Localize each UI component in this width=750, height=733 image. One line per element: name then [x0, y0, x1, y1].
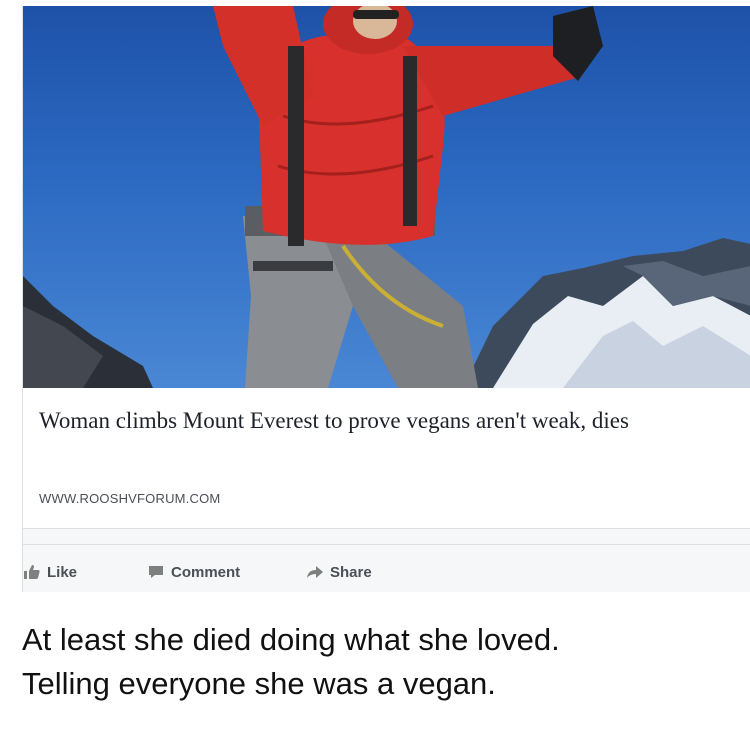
facebook-post-card: Woman climbs Mount Everest to prove vega… — [22, 6, 750, 592]
article-image[interactable] — [23, 6, 750, 388]
share-label: Share — [330, 563, 372, 581]
meme-caption: At least she died doing what she loved. … — [22, 618, 742, 706]
share-arrow-icon — [306, 563, 324, 581]
like-label: Like — [47, 563, 78, 581]
link-preview-card[interactable]: Woman climbs Mount Everest to prove vega… — [23, 6, 750, 529]
caption-line-2: Telling everyone she was a vegan. — [22, 666, 496, 701]
thumbs-up-icon — [23, 563, 41, 581]
comment-label: Comment — [171, 563, 241, 581]
article-domain: WWW.ROOSHVFORUM.COM — [39, 491, 221, 506]
article-headline[interactable]: Woman climbs Mount Everest to prove vega… — [39, 406, 729, 436]
share-button[interactable]: Share — [306, 560, 372, 584]
comment-icon — [147, 563, 165, 581]
caption-line-1: At least she died doing what she loved. — [22, 622, 560, 657]
comment-button[interactable]: Comment — [147, 560, 240, 584]
like-button[interactable]: Like — [23, 560, 77, 584]
climber-summit-illustration — [23, 6, 750, 388]
post-action-bar: Like Comment Share — [23, 554, 750, 590]
action-divider — [23, 544, 750, 545]
